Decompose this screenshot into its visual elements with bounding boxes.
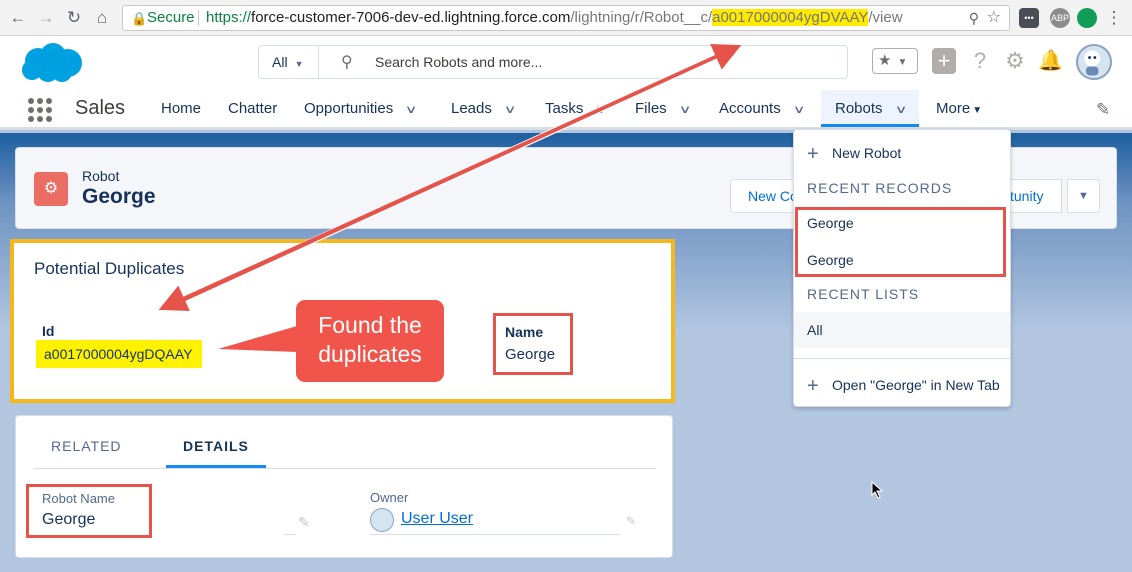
duplicate-name-value[interactable]: George [505,346,555,363]
browser-menu-icon[interactable]: ⋮ [1104,8,1124,28]
nav-item-home[interactable]: Home [161,90,201,127]
nav-item-leads[interactable]: Leads ∨ [451,90,516,129]
chevron-down-icon[interactable]: ∨ [894,92,907,129]
lock-icon: 🔒 [131,11,148,26]
nav-item-files[interactable]: Files ∨ [635,90,691,129]
recent-records-header: RECENT RECORDS [807,180,953,196]
nav-item-opportunities[interactable]: Opportunities ∨ [304,90,418,129]
name-column-header: Name [505,324,544,340]
chevron-down-icon[interactable]: ∨ [595,92,608,129]
caret-down-icon: ▼ [1078,190,1089,202]
favorites-button[interactable]: ★ ▼ [872,48,918,74]
url-text[interactable]: https://force-customer-7006-dev-ed.light… [206,6,903,30]
owner-label: Owner [370,490,409,505]
robot-object-icon: ⚙ [34,172,68,206]
plus-icon: + [807,143,819,165]
zoom-icon[interactable]: ⚲ [969,6,979,30]
global-create-icon[interactable]: + [932,48,956,74]
robot-name-value: George [42,511,96,528]
help-icon[interactable]: ? [968,48,992,74]
recent-records-annotation-box [795,207,1006,277]
app-nav-bar: Sales Home Chatter Opportunities ∨ Leads ∨… [0,90,1132,130]
global-header: All ▼ ⚲ Search Robots and more... ★ ▼ + ? … [0,36,1132,90]
notifications-bell-icon[interactable]: 🔔 [1038,48,1063,74]
change-owner-icon[interactable]: ✎ [626,514,636,528]
global-search[interactable]: All ▼ ⚲ Search Robots and more... [258,45,848,79]
forward-icon[interactable]: → [36,8,56,28]
nav-item-more[interactable]: More ▼ [936,90,982,127]
found-duplicates-callout: Found the duplicates [296,300,444,382]
user-avatar[interactable] [1076,44,1112,80]
name-annotation-box: Name George [493,313,573,375]
bookmark-star-icon[interactable]: ☆ [987,6,1001,30]
address-bar[interactable]: 🔒 Secure https://force-customer-7006-dev… [122,5,1010,31]
salesforce-logo[interactable] [18,41,84,85]
tab-related[interactable]: RELATED [51,430,122,468]
secure-label: Secure [147,9,195,26]
adblock-icon[interactable]: ABP [1050,8,1070,28]
new-robot-menu-item[interactable]: + New Robot [794,135,1010,171]
extension-menu-icon[interactable]: ••• [1019,8,1039,28]
nav-item-robots[interactable]: Robots ∨ [821,90,919,127]
browser-chrome: ← → ↻ ⌂ 🔒 Secure https://force-customer-… [0,0,1132,36]
plus-icon: + [807,375,819,397]
duplicate-id-value: a0017000004ygDQAAY [36,340,203,368]
search-scope-select[interactable]: All ▼ [259,46,319,78]
url-id-highlight: a0017000004ygDVAAY [712,9,869,26]
nav-item-chatter[interactable]: Chatter [228,90,277,127]
search-input[interactable]: Search Robots and more... [375,46,542,78]
app-name: Sales [75,97,126,119]
caret-down-icon: ▼ [294,59,304,69]
home-icon[interactable]: ⌂ [92,8,112,28]
star-icon: ★ [878,52,892,69]
nav-item-tasks[interactable]: Tasks ∨ [545,90,608,129]
setup-gear-icon[interactable]: ⚙ [1002,48,1028,74]
owner-link[interactable]: User User [401,510,473,528]
chevron-down-icon[interactable]: ∨ [792,92,805,129]
robot-name-label: Robot Name [42,491,115,506]
object-label: Robot [82,168,120,184]
app-launcher-icon[interactable] [28,98,52,122]
new-opportunity-button[interactable]: tunity [1010,179,1062,213]
tab-details[interactable]: DETAILS [166,430,266,468]
back-icon[interactable]: ← [8,8,28,28]
caret-down-icon: ▼ [897,57,908,68]
more-actions-button[interactable]: ▼ [1067,179,1100,213]
robot-name-annotation-box: Robot Name George [26,484,152,538]
id-column-header: Id [42,323,55,339]
edit-nav-pencil-icon[interactable]: ✎ [1096,100,1110,120]
caret-down-icon: ▼ [972,105,983,116]
recent-list-item[interactable]: All [794,312,1010,348]
edit-pencil-icon[interactable]: ✎ [298,514,310,531]
card-title: Potential Duplicates [34,259,185,278]
record-title: George [82,185,156,208]
owner-avatar [370,508,394,532]
chevron-down-icon[interactable]: ∨ [405,92,418,129]
recent-lists-header: RECENT LISTS [807,286,920,302]
nav-item-accounts[interactable]: Accounts ∨ [719,90,805,129]
chat-extension-icon[interactable] [1077,8,1097,28]
search-icon: ⚲ [341,54,353,71]
open-in-new-tab-menu-item[interactable]: + Open "George" in New Tab [794,367,1010,403]
chevron-down-icon[interactable]: ∨ [503,92,516,129]
chevron-down-icon[interactable]: ∨ [678,92,691,129]
mouse-cursor-icon [871,481,884,499]
reload-icon[interactable]: ↻ [64,8,84,28]
